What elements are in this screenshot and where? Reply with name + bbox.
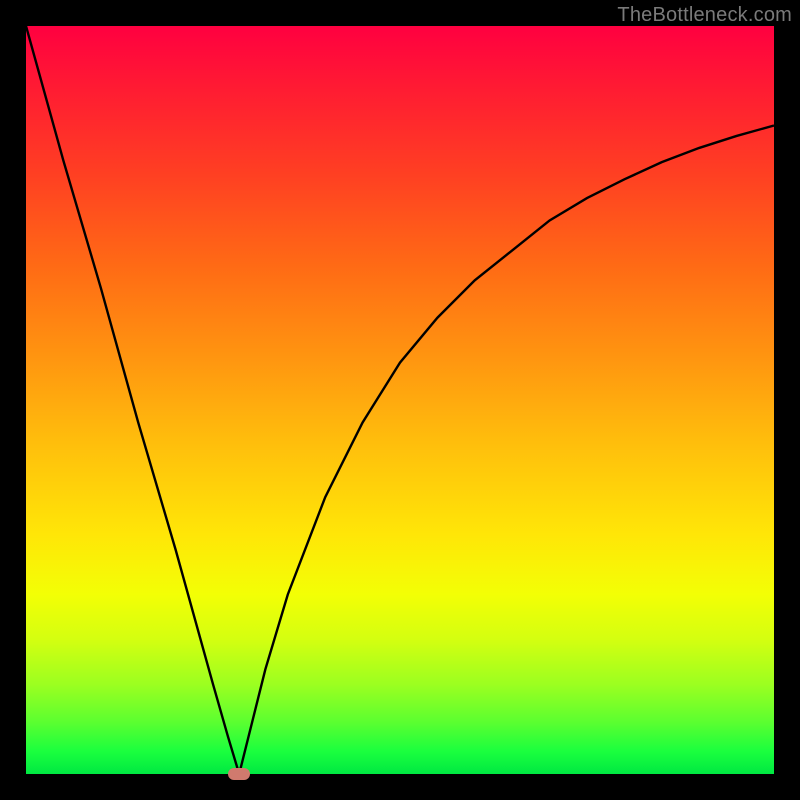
curve-left-branch: [26, 26, 239, 774]
minimum-marker: [228, 768, 250, 780]
plot-area: [26, 26, 774, 774]
chart-frame: TheBottleneck.com: [0, 0, 800, 800]
curve-right-branch: [239, 125, 774, 774]
bottleneck-curve: [26, 26, 774, 774]
watermark-text: TheBottleneck.com: [617, 4, 792, 27]
